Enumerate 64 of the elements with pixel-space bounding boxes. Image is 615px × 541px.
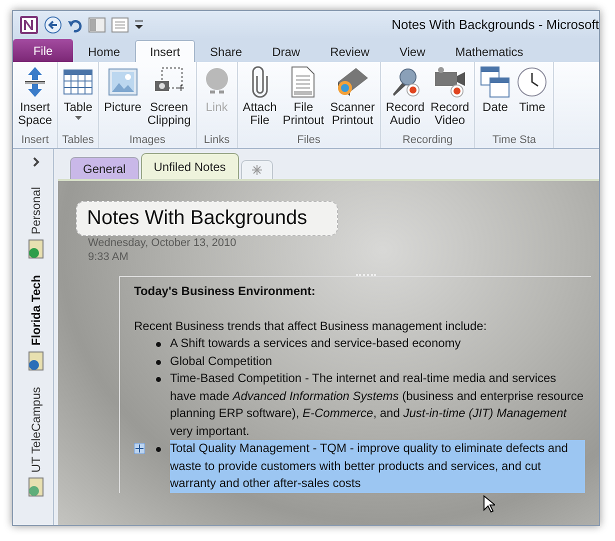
- bullet-text: A Shift towards a services and service-based economy: [170, 335, 461, 352]
- bullet-text: Global Competition: [170, 352, 272, 370]
- ribbon-group-label: Time Sta: [492, 134, 536, 148]
- section-tab[interactable]: Unfiled Notes: [140, 153, 239, 179]
- notebook-icon: [27, 350, 45, 371]
- document-icon: [290, 66, 316, 98]
- notebook-icon: [27, 239, 45, 260]
- bullet-icon: [156, 447, 161, 452]
- ribbon-group-label: Images: [129, 134, 166, 148]
- ribbon-button[interactable]: Attach File: [240, 64, 279, 134]
- page-title: Notes With Backgrounds: [76, 201, 338, 236]
- note-paragraph: Recent Business trends that affect Business management include:: [134, 318, 488, 334]
- scanner-icon: [335, 66, 370, 98]
- ribbon-button[interactable]: Record Video: [428, 64, 472, 134]
- page-date: Wednesday, October 13, 2010: [88, 236, 238, 250]
- bullet-icon: [156, 360, 161, 364]
- ribbon-tab[interactable]: View: [384, 40, 440, 62]
- ribbon-tab[interactable]: Mathematics: [440, 40, 538, 62]
- back-icon[interactable]: [44, 16, 62, 34]
- ribbon-button[interactable]: Record Audio: [384, 64, 427, 134]
- file-tab[interactable]: File: [13, 39, 73, 62]
- ribbon-tab[interactable]: Review: [315, 40, 384, 62]
- notebook-icon: [27, 477, 45, 498]
- bullet-text: Total Quality Management - TQM - improve quality to eliminate defects and waste to provide customers with better products and services, and cut warranty and other after-sales costs: [170, 440, 585, 492]
- video-camera-icon: [432, 66, 467, 98]
- ribbon-group-label: Tables: [62, 134, 94, 148]
- notebook-item[interactable]: Personal: [24, 183, 48, 264]
- ribbon-tab[interactable]: Home: [73, 40, 136, 62]
- ribbon-button[interactable]: File Printout: [280, 64, 326, 134]
- ribbon-group-label: Links: [204, 134, 230, 148]
- ribbon-group-label: Recording: [402, 134, 453, 148]
- bullet-text: Time-Based Competition - The internet and real-time media and services have made Advanced Information Systems (business and enterprise resource planning ERP software), E-Commerce, and Just-in-time (JIT) Management very important.: [170, 370, 585, 440]
- app-logo-icon[interactable]: [19, 14, 39, 34]
- ribbon-button[interactable]: Picture: [102, 64, 144, 134]
- move-handle-icon[interactable]: [134, 443, 145, 454]
- window-title: Notes With Backgrounds - Microsoft: [392, 17, 599, 32]
- ribbon-tab[interactable]: Draw: [257, 40, 316, 62]
- notebook-item[interactable]: UT TeleCampus: [24, 382, 48, 502]
- picture-icon: [108, 66, 138, 98]
- paperclip-icon: [250, 66, 269, 98]
- ribbon-group-label: Insert: [21, 134, 49, 148]
- notebook-item[interactable]: Florida Tech: [24, 271, 48, 375]
- dock-icon[interactable]: [88, 16, 106, 32]
- calendar-icon: [480, 66, 510, 98]
- clock-icon: [516, 66, 548, 98]
- section-tab[interactable]: General: [70, 157, 139, 179]
- ribbon-button[interactable]: Table: [61, 64, 96, 134]
- bullet-icon: [156, 377, 161, 382]
- note-heading: Today's Business Environment:: [134, 283, 316, 300]
- ribbon-group-label: Files: [297, 134, 320, 148]
- bullet-icon: [156, 342, 161, 347]
- ribbon-button[interactable]: Scanner Printout: [328, 64, 377, 134]
- ribbon-tab[interactable]: Insert: [135, 40, 196, 62]
- ribbon-button[interactable]: Insert Space: [16, 64, 54, 134]
- sparkle-icon: [252, 165, 262, 175]
- mouse-cursor-icon: [483, 494, 495, 512]
- customize-dropdown-icon[interactable]: [134, 18, 144, 32]
- ribbon-tab[interactable]: Share: [195, 40, 258, 62]
- expand-chevron-icon[interactable]: [32, 157, 40, 167]
- page-view-icon[interactable]: [111, 16, 129, 32]
- page-time: 9:33 AM: [88, 250, 130, 264]
- ribbon-button[interactable]: Time: [514, 64, 550, 134]
- ribbon-button[interactable]: Screen Clipping: [145, 64, 193, 134]
- ribbon-button[interactable]: Date: [478, 64, 512, 134]
